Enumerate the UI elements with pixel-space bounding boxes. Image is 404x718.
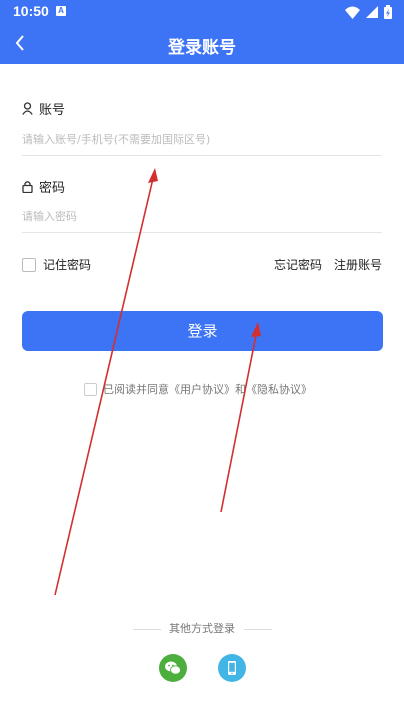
password-label-row: 密码 (22, 177, 65, 196)
a-notification-icon: A (56, 6, 66, 16)
status-time: 10:50 (13, 3, 49, 19)
nav-bar: 登录账号 (0, 24, 404, 64)
wechat-login-button[interactable] (159, 654, 187, 682)
battery-icon (384, 5, 392, 19)
lock-icon (22, 181, 33, 193)
status-icons (345, 3, 392, 21)
agreement-row: 已阅读并同意《用户协议》和《隐私协议》 (84, 381, 312, 397)
divider-right (243, 628, 272, 630)
page-title: 登录账号 (168, 38, 236, 58)
account-label: 账号 (39, 103, 66, 118)
annotation-arrowhead-1 (148, 168, 158, 183)
password-input[interactable]: 请输入密码 (22, 202, 382, 233)
remember-label: 记住密码 (43, 258, 92, 272)
other-login-label: 其他方式登录 (169, 622, 235, 635)
other-login: 其他方式登录 (0, 620, 404, 636)
phone-icon (228, 661, 236, 675)
account-input[interactable]: 请输入账号/手机号(不需要加国际区号) (22, 125, 382, 156)
phone-login-button[interactable] (218, 654, 246, 682)
remember-checkbox[interactable] (22, 257, 36, 272)
account-label-row: 账号 (22, 99, 65, 118)
login-options-row: 记住密码 忘记密码 注册账号 (22, 256, 382, 274)
agreement-checkbox[interactable] (84, 382, 97, 396)
wechat-icon (165, 661, 181, 675)
password-label: 密码 (39, 181, 66, 196)
remember-password[interactable]: 记住密码 (22, 256, 91, 273)
forgot-password-link[interactable]: 忘记密码 (274, 256, 322, 273)
status-bar: 10:50 A (0, 0, 404, 24)
wifi-icon (345, 6, 360, 19)
agreement-text[interactable]: 已阅读并同意《用户协议》和《隐私协议》 (103, 381, 312, 397)
login-button[interactable]: 登录 (22, 311, 383, 351)
divider-left (132, 628, 161, 630)
user-icon (22, 102, 33, 115)
annotation-arrow-2 (220, 324, 259, 513)
signal-icon (366, 6, 378, 18)
register-link[interactable]: 注册账号 (334, 256, 382, 273)
